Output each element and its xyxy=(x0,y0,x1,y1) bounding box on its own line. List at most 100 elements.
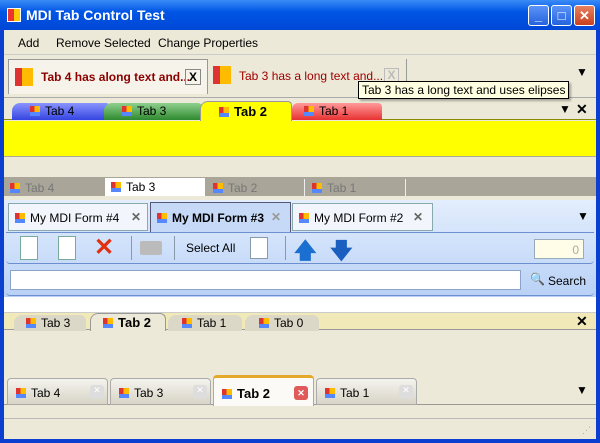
close-tab-icon[interactable]: ✕ xyxy=(294,386,308,400)
tab-icon xyxy=(259,318,269,328)
tab-icon xyxy=(304,106,314,116)
tab-icon xyxy=(325,388,335,398)
close-tab-icon[interactable]: ✕ xyxy=(193,385,207,399)
separator xyxy=(174,236,175,260)
tab-label: My MDI Form #4 xyxy=(30,211,120,225)
print-icon[interactable] xyxy=(140,241,162,255)
tab-icon xyxy=(16,388,26,398)
tab-strip-2: Tab 4 Tab 3 Tab 2 Tab 1 ▼ ✕ xyxy=(4,100,596,121)
mdi-tab-2[interactable]: My MDI Form #2 ✕ xyxy=(292,203,433,231)
tab-icon xyxy=(26,318,36,328)
tab-strip-3: Tab 4 Tab 3 Tab 2 Tab 1 xyxy=(4,177,596,196)
close-tab-icon[interactable]: ✕ xyxy=(90,385,104,399)
tab-1[interactable]: Tab 1 xyxy=(292,103,382,120)
app-icon xyxy=(7,8,21,22)
tab-3[interactable]: Tab 3 xyxy=(105,178,205,196)
dropdown-arrow-icon[interactable]: ▼ xyxy=(577,209,589,223)
tab-3[interactable]: Tab 3 xyxy=(14,315,86,331)
tab-icon xyxy=(222,389,232,399)
tab-4[interactable]: Tab 4 xyxy=(12,103,110,120)
tab-label: Tab 2 xyxy=(234,104,267,119)
tab-label: Tab 1 xyxy=(340,386,370,400)
dropdown-arrow-icon[interactable]: ▼ xyxy=(576,383,588,397)
tab-2[interactable]: Tab 2 xyxy=(200,101,292,121)
tab-icon xyxy=(111,182,121,192)
tab-2[interactable]: Tab 2 xyxy=(90,313,166,331)
separator xyxy=(131,236,132,260)
white-gap xyxy=(4,297,596,312)
tab-icon xyxy=(213,183,223,193)
tab-3[interactable]: Tab 3 ✕ xyxy=(110,378,211,405)
tab-label: Tab 1 xyxy=(197,316,227,330)
close-tab-icon[interactable]: ✕ xyxy=(271,210,281,224)
tab-0[interactable]: Tab 0 xyxy=(245,315,319,331)
tab-label: Tab 2 xyxy=(237,386,270,401)
close-tab-icon[interactable]: ✕ xyxy=(413,210,423,224)
close-button[interactable]: ✕ xyxy=(574,5,595,26)
tab-icon xyxy=(213,66,231,84)
tab-label: Tab 1 xyxy=(327,181,357,195)
tab-label: My MDI Form #2 xyxy=(314,211,404,225)
close-tab-icon[interactable]: ✕ xyxy=(131,210,141,224)
tab-icon xyxy=(10,183,20,193)
tab-4[interactable]: Tab 4 xyxy=(10,179,105,196)
menu-add[interactable]: Add xyxy=(18,36,39,50)
tab-4[interactable]: Tab 4 ✕ xyxy=(7,378,108,405)
close-icon[interactable]: ✕ xyxy=(576,313,588,330)
menu-bar: Add Remove Selected Change Properties xyxy=(4,30,596,54)
close-tab-icon[interactable]: X xyxy=(185,69,201,85)
minimize-button[interactable]: _ xyxy=(528,5,549,26)
tab-label: Tab 3 xyxy=(137,104,167,118)
close-icon[interactable]: ✕ xyxy=(576,101,588,118)
tab-label: Tab 0 xyxy=(274,316,304,330)
new-document-icon[interactable] xyxy=(20,236,38,260)
tab-label: Tab 3 xyxy=(126,180,156,194)
tab-label: Tab 4 xyxy=(45,104,75,118)
yellow-panel xyxy=(4,121,596,157)
menu-remove-selected[interactable]: Remove Selected xyxy=(56,36,151,50)
tab-icon xyxy=(103,318,113,328)
tab-1[interactable]: Tab 1 ✕ xyxy=(316,378,417,405)
edit-document-icon[interactable] xyxy=(58,236,76,260)
status-bar: ⋰ xyxy=(4,418,596,439)
tab-icon xyxy=(219,107,229,117)
tab-label: Tab 4 xyxy=(31,386,61,400)
tab-label: Tab 3 xyxy=(41,316,71,330)
tab-4-long[interactable]: Tab 4 has along text and... X xyxy=(8,59,208,94)
tab-icon xyxy=(157,213,167,223)
tooltip: Tab 3 has a long text and uses elipses xyxy=(358,81,570,99)
window-title: MDI Tab Control Test xyxy=(26,7,165,23)
dropdown-arrow-icon[interactable]: ▼ xyxy=(576,65,588,79)
tab-icon xyxy=(122,106,132,116)
delete-icon[interactable]: ✕ xyxy=(94,233,114,262)
maximize-button[interactable]: □ xyxy=(551,5,572,26)
tab-1[interactable]: Tab 1 xyxy=(306,179,406,196)
tab-label: My MDI Form #3 xyxy=(172,211,265,225)
tab-icon xyxy=(119,388,129,398)
tab-icon xyxy=(15,68,33,86)
mdi-tab-4[interactable]: My MDI Form #4 ✕ xyxy=(8,203,148,231)
select-all-button[interactable]: Select All xyxy=(186,241,235,255)
dropdown-arrow-icon[interactable]: ▼ xyxy=(559,102,571,116)
tab-2[interactable]: Tab 2 xyxy=(205,179,305,196)
tab-icon xyxy=(182,318,192,328)
tab-1[interactable]: Tab 1 xyxy=(168,315,242,331)
resize-grip-icon[interactable]: ⋰ xyxy=(582,425,591,436)
tab-strip-6: Tab 4 ✕ Tab 3 ✕ Tab 2 ✕ Tab 1 ✕ ▼ xyxy=(4,375,596,406)
search-bar: 🔍 Search xyxy=(6,266,594,296)
tab-label: Tab 1 xyxy=(319,104,349,118)
menu-change-properties[interactable]: Change Properties xyxy=(158,36,258,50)
tab-3[interactable]: Tab 3 xyxy=(104,103,202,120)
tab-icon xyxy=(30,106,40,116)
title-bar: MDI Tab Control Test _ □ ✕ xyxy=(0,0,600,30)
copy-icon[interactable] xyxy=(250,237,268,259)
search-input[interactable] xyxy=(10,270,521,290)
tab-2[interactable]: Tab 2 ✕ xyxy=(213,375,314,406)
mdi-tab-3[interactable]: My MDI Form #3 ✕ xyxy=(150,202,291,232)
main-window: Add Remove Selected Change Properties Ta… xyxy=(4,30,596,439)
search-button[interactable]: Search xyxy=(548,274,586,288)
counter-field[interactable]: 0 xyxy=(534,239,584,259)
close-tab-icon[interactable]: ✕ xyxy=(399,385,413,399)
separator xyxy=(285,236,286,260)
tab-label: Tab 2 xyxy=(228,181,258,195)
